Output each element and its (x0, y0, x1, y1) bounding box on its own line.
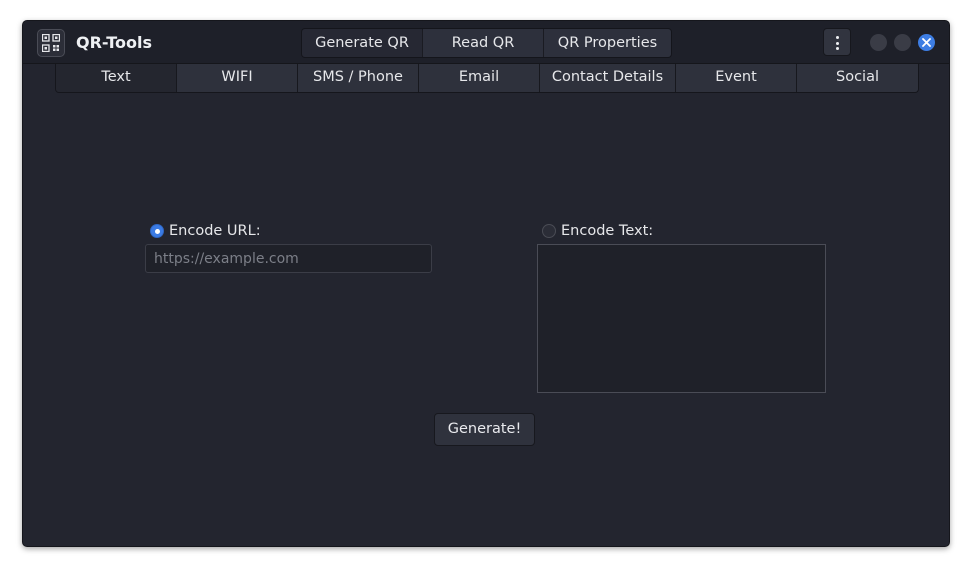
tab-social[interactable]: Social (797, 64, 918, 92)
tab-contact-details[interactable]: Contact Details (540, 64, 676, 92)
encode-text-radio[interactable] (542, 224, 556, 238)
tab-email[interactable]: Email (419, 64, 540, 92)
app-title: QR-Tools (76, 33, 152, 52)
close-icon (922, 38, 931, 47)
generate-button[interactable]: Generate! (434, 413, 535, 446)
app-window: QR-Tools Generate QR Read QR QR Properti… (22, 20, 950, 547)
encode-text-label: Encode Text: (561, 223, 654, 239)
tab-event[interactable]: Event (676, 64, 797, 92)
tab-text[interactable]: Text (56, 64, 177, 92)
tab-wifi[interactable]: WIFI (177, 64, 298, 92)
close-button[interactable] (918, 34, 935, 51)
tab-sms-phone[interactable]: SMS / Phone (298, 64, 419, 92)
qr-type-tabs: Text WIFI SMS / Phone Email Contact Deta… (55, 64, 919, 93)
qr-code-icon (37, 29, 65, 57)
main-menu-button[interactable] (823, 28, 851, 56)
encode-url-radio[interactable] (150, 224, 164, 238)
encode-url-label: Encode URL: (169, 223, 261, 239)
header-bar: QR-Tools Generate QR Read QR QR Properti… (23, 21, 949, 64)
view-qr-properties[interactable]: QR Properties (544, 29, 671, 57)
view-generate-qr[interactable]: Generate QR (302, 29, 423, 57)
view-read-qr[interactable]: Read QR (423, 29, 544, 57)
text-input-area[interactable] (537, 244, 826, 393)
maximize-button[interactable] (894, 34, 911, 51)
minimize-button[interactable] (870, 34, 887, 51)
view-switcher: Generate QR Read QR QR Properties (301, 28, 672, 58)
url-input[interactable] (145, 244, 432, 273)
